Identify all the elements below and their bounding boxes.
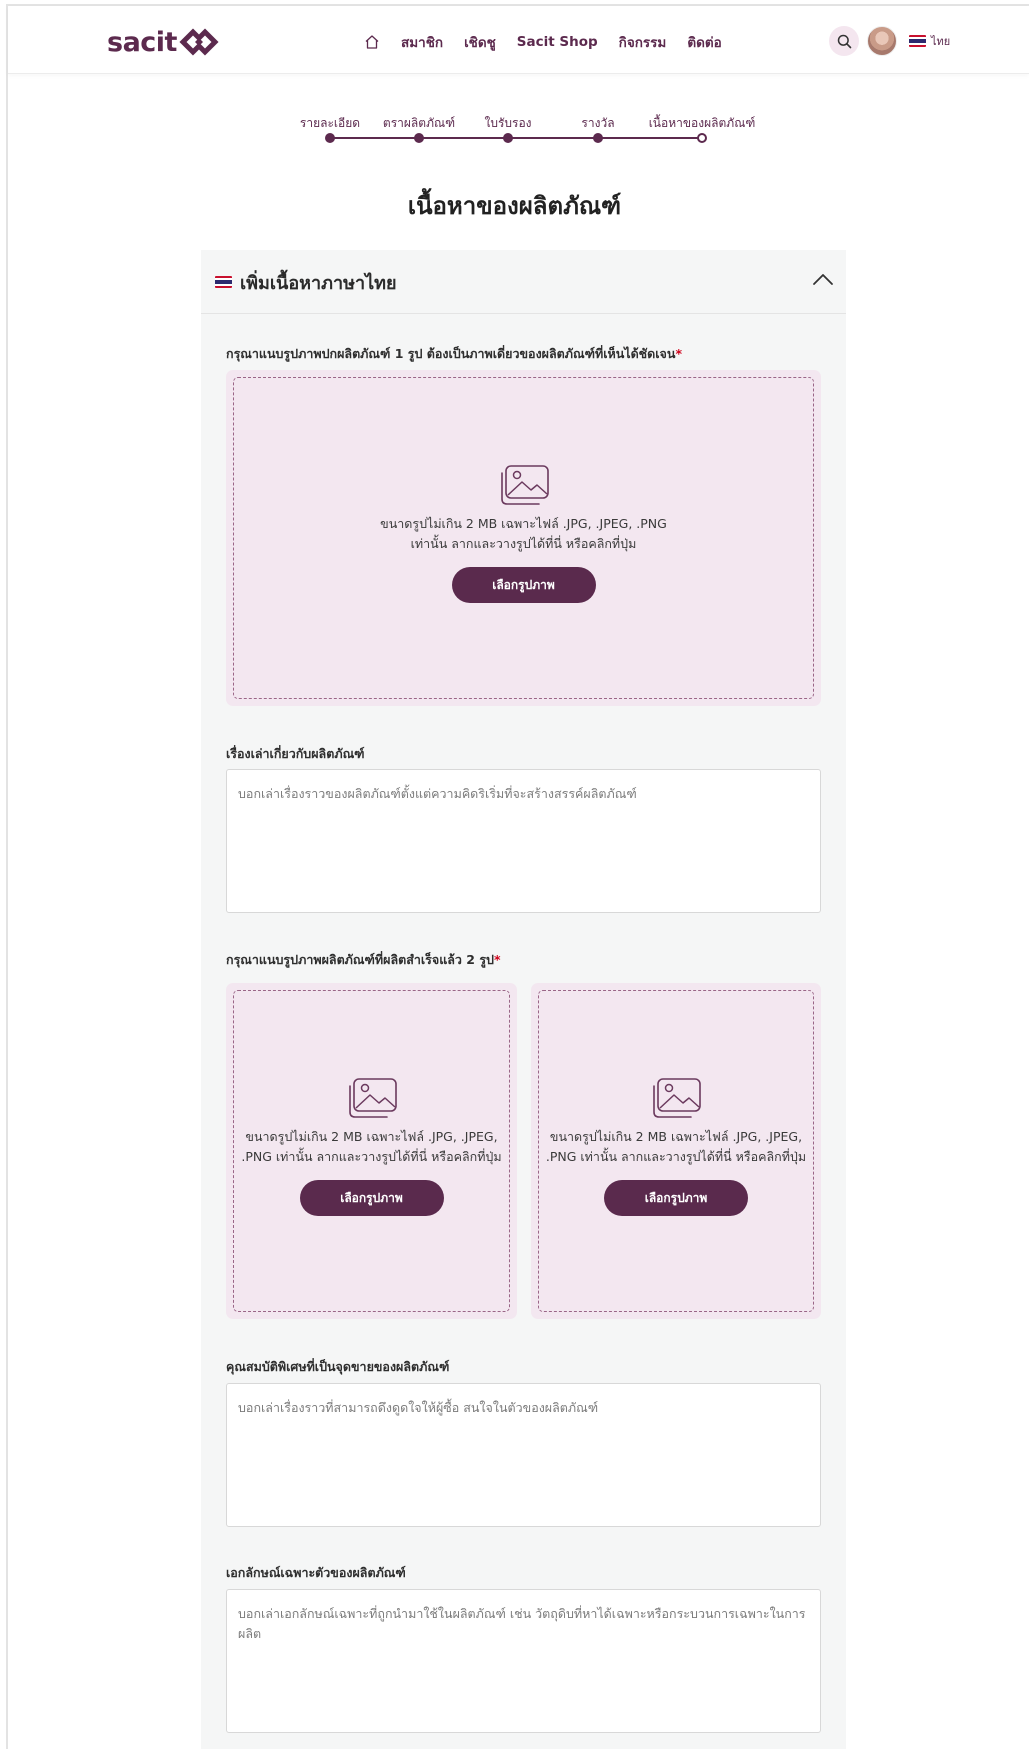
stepper-line [330, 137, 702, 139]
header-actions: ไทย [829, 26, 950, 56]
select-cover-image-button[interactable]: เลือกรูปภาพ [451, 567, 596, 603]
uniqueness-textarea[interactable]: บอกเล่าเอกลักษณ์เฉพาะที่ถูกนำมาใช้ในผลิต… [226, 1589, 821, 1733]
top-header: sacit สมาชิก เชิดชู Sacit Shop กิจกรรม ต… [8, 6, 1029, 74]
nav-member[interactable]: สมาชิก [401, 31, 443, 53]
selling-points-label: คุณสมบัติพิเศษที่เป็นจุดขายของผลิตภัณฑ์ [226, 1359, 450, 1374]
step-dot-brand[interactable] [414, 133, 424, 143]
finished-images-label: กรุณาแนบรูปภาพผลิตภัณฑ์ที่ผลิตสำเร็จแล้ว… [226, 950, 501, 970]
finished-dropzone-1[interactable]: ขนาดรูปไม่เกิน 2 MB เฉพาะไฟล์ .JPG, .JPE… [233, 990, 510, 1312]
finished-upload-zone-2[interactable]: ขนาดรูปไม่เกิน 2 MB เฉพาะไฟล์ .JPG, .JPE… [531, 983, 821, 1319]
home-icon [365, 35, 379, 49]
step-label-brand[interactable]: ตราผลิตภัณฑ์ [383, 114, 455, 133]
step-dot-certificate[interactable] [503, 133, 513, 143]
story-label: เรื่องเล่าเกี่ยวกับผลิตภัณฑ์ [226, 746, 365, 761]
search-button[interactable] [829, 26, 859, 56]
image-upload-icon [348, 1078, 397, 1118]
story-placeholder: บอกเล่าเรื่องราวของผลิตภัณฑ์ตั้งแต่ความค… [238, 786, 637, 801]
step-label-details[interactable]: รายละเอียด [300, 114, 360, 133]
cover-image-label: กรุณาแนบรูปภาพปกผลิตภัณฑ์ 1 รูป ต้องเป็น… [226, 344, 682, 364]
finished-upload-hint-2: ขนาดรูปไม่เกิน 2 MB เฉพาะไฟล์ .JPG, .JPE… [539, 1127, 813, 1167]
step-dot-details[interactable] [325, 133, 335, 143]
finished-upload-hint-2-line2: .PNG เท่านั้น ลากและวางรูปได้ที่นี่ หรือ… [545, 1149, 807, 1164]
finished-upload-hint-1-line2: .PNG เท่านั้น ลากและวางรูปได้ที่นี่ หรือ… [241, 1149, 502, 1164]
main-nav: สมาชิก เชิดชู Sacit Shop กิจกรรม ติดต่อ [364, 28, 722, 56]
page-title: เนื้อหาของผลิตภัณฑ์ [407, 192, 622, 220]
chevron-up-icon[interactable] [812, 272, 834, 286]
panel-title: เพิ่มเนื้อหาภาษาไทย [240, 273, 397, 294]
image-upload-icon [653, 1078, 701, 1118]
step-label-award[interactable]: รางวัล [581, 114, 614, 133]
selling-points-placeholder: บอกเล่าเรื่องราวที่สามารถดึงดูดใจให้ผู้ซ… [238, 1400, 599, 1415]
panel-header-toggle[interactable]: เพิ่มเนื้อหาภาษาไทย [201, 250, 846, 314]
finished-upload-hint-2-line1: ขนาดรูปไม่เกิน 2 MB เฉพาะไฟล์ .JPG, .JPE… [549, 1129, 803, 1144]
step-dot-award[interactable] [593, 133, 603, 143]
user-avatar[interactable] [867, 26, 897, 56]
nav-activities[interactable]: กิจกรรม [619, 31, 667, 53]
uniqueness-label: เอกลักษณ์เฉพาะตัวของผลิตภัณฑ์ [226, 1565, 406, 1580]
step-label-certificate[interactable]: ใบรับรอง [484, 114, 531, 133]
thai-flag-icon [909, 35, 926, 47]
nav-contact[interactable]: ติดต่อ [687, 31, 721, 53]
select-finished-image-button-2[interactable]: เลือกรูปภาพ [604, 1180, 748, 1216]
finished-images-label-text: กรุณาแนบรูปภาพผลิตภัณฑ์ที่ผลิตสำเร็จแล้ว… [226, 952, 494, 967]
nav-sacit-shop[interactable]: Sacit Shop [517, 34, 598, 50]
language-label: ไทย [931, 35, 951, 48]
nav-honor[interactable]: เชิดชู [464, 31, 496, 53]
cover-dropzone[interactable]: ขนาดรูปไม่เกิน 2 MB เฉพาะไฟล์ .JPG, .JPE… [233, 377, 814, 699]
logo[interactable]: sacit [107, 24, 219, 60]
logo-mark-icon [179, 28, 219, 56]
cover-upload-hint-line2: เท่านั้น ลากและวางรูปได้ที่นี่ หรือคลิกท… [410, 536, 637, 551]
language-switcher[interactable]: ไทย [909, 32, 950, 50]
selling-points-textarea[interactable]: บอกเล่าเรื่องราวที่สามารถดึงดูดใจให้ผู้ซ… [226, 1383, 821, 1527]
finished-upload-hint-1: ขนาดรูปไม่เกิน 2 MB เฉพาะไฟล์ .JPG, .JPE… [234, 1127, 509, 1167]
progress-stepper: รายละเอียด ตราผลิตภัณฑ์ ใบรับรอง รางวัล … [300, 114, 755, 150]
finished-dropzone-2[interactable]: ขนาดรูปไม่เกิน 2 MB เฉพาะไฟล์ .JPG, .JPE… [538, 990, 814, 1312]
uniqueness-placeholder: บอกเล่าเอกลักษณ์เฉพาะที่ถูกนำมาใช้ในผลิต… [238, 1606, 806, 1641]
cover-upload-hint-line1: ขนาดรูปไม่เกิน 2 MB เฉพาะไฟล์ .JPG, .JPE… [380, 516, 667, 531]
image-upload-icon [500, 465, 549, 505]
nav-home[interactable] [364, 34, 380, 50]
thai-content-panel: เพิ่มเนื้อหาภาษาไทย กรุณาแนบรูปภาพปกผลิต… [201, 250, 846, 1749]
finished-upload-hint-1-line1: ขนาดรูปไม่เกิน 2 MB เฉพาะไฟล์ .JPG, .JPE… [245, 1129, 498, 1144]
finished-upload-zone-1[interactable]: ขนาดรูปไม่เกิน 2 MB เฉพาะไฟล์ .JPG, .JPE… [226, 983, 517, 1319]
story-textarea[interactable]: บอกเล่าเรื่องราวของผลิตภัณฑ์ตั้งแต่ความค… [226, 769, 821, 913]
required-mark: * [493, 952, 501, 967]
logo-text: sacit [107, 26, 177, 58]
thai-flag-icon [215, 276, 232, 288]
step-dot-content-current[interactable] [697, 133, 707, 143]
cover-image-label-text: กรุณาแนบรูปภาพปกผลิตภัณฑ์ 1 รูป ต้องเป็น… [226, 346, 676, 361]
select-finished-image-button-1[interactable]: เลือกรูปภาพ [299, 1180, 444, 1216]
required-mark: * [675, 346, 682, 361]
step-label-content[interactable]: เนื้อหาของผลิตภัณฑ์ [649, 114, 756, 133]
cover-upload-hint: ขนาดรูปไม่เกิน 2 MB เฉพาะไฟล์ .JPG, .JPE… [234, 514, 813, 554]
cover-upload-zone[interactable]: ขนาดรูปไม่เกิน 2 MB เฉพาะไฟล์ .JPG, .JPE… [226, 370, 821, 706]
search-icon [837, 34, 851, 48]
